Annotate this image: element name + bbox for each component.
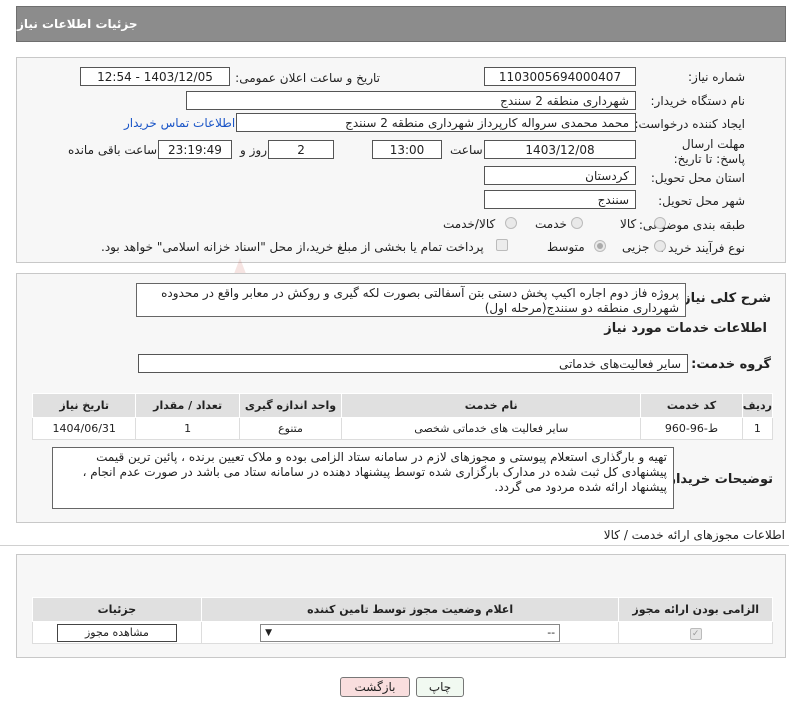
services-table-header: ردیف کد خدمت نام خدمت واحد اندازه گیری ت… [31, 393, 774, 418]
back-button[interactable]: بازگشت [340, 677, 410, 697]
category-radio-goods-service[interactable] [505, 217, 517, 229]
process-option-medium: متوسط [547, 240, 585, 254]
days-label: روز و [240, 143, 267, 157]
deadline-date-field: 1403/12/08 [484, 140, 636, 159]
buyer-org-label: نام دستگاه خریدار: [650, 94, 746, 108]
category-option-goods-service: کالا/خدمت [443, 217, 496, 231]
table-row: 1 ط-96-960 سایر فعالیت های خدماتی شخصی م… [31, 417, 774, 440]
process-radio-minor[interactable] [654, 240, 666, 252]
cell-quantity: 1 [135, 417, 240, 440]
cell-permit-details: مشاهده مجوز [32, 621, 202, 644]
deadline-time-field: 13:00 [372, 140, 442, 159]
cell-service-code: ط-96-960 [640, 417, 743, 440]
city-field: سنندج [484, 190, 636, 209]
services-section-title: اطلاعات خدمات مورد نیاز [604, 321, 767, 336]
summary-label: شرح کلی نیاز: [677, 291, 771, 306]
print-button[interactable]: چاپ [416, 677, 464, 697]
announce-date-label: تاریخ و ساعت اعلان عمومی: [235, 71, 380, 85]
cell-unit: متنوع [238, 417, 343, 440]
category-option-service: خدمت [535, 217, 567, 231]
deadline-label: مهلت ارسال پاسخ: تا تاریخ: [673, 137, 745, 166]
permits-table-header: الزامی بودن ارائه مجوز اعلام وضعیت مجوز … [32, 597, 773, 622]
cell-permit-status: -- ▼ [200, 621, 620, 644]
category-radio-service[interactable] [571, 217, 583, 229]
process-radio-medium[interactable] [594, 240, 606, 252]
buyer-notes-label: توضیحات خریدار: [663, 472, 773, 487]
col-permit-status: اعلام وضعیت مجوز توسط تامین کننده [200, 597, 620, 622]
remaining-time-label: ساعت باقی مانده [68, 143, 158, 157]
city-label: شهر محل تحویل: [658, 194, 745, 208]
service-group-field: سایر فعالیت‌های خدماتی [138, 354, 688, 373]
requester-field: محمد محمدی سرواله کارپرداز شهرداری منطقه… [236, 113, 636, 132]
col-permit-details: جزئیات [32, 597, 202, 622]
page-header: جزئیات اطلاعات نیاز [16, 6, 786, 42]
page-title: جزئیات اطلاعات نیاز [17, 17, 138, 31]
province-field: کردستان [484, 166, 636, 185]
view-permit-button[interactable]: مشاهده مجوز [56, 623, 177, 642]
summary-textarea[interactable]: پروژه فاز دوم اجاره اکیپ پخش دستی بتن آس… [136, 283, 686, 317]
permit-status-value: -- [547, 626, 556, 639]
announce-date-field: 1403/12/05 - 12:54 [80, 67, 230, 86]
requester-label: ایجاد کننده درخواست: [634, 117, 745, 131]
permits-divider [0, 545, 789, 546]
category-radio-goods[interactable] [654, 217, 666, 229]
col-unit: واحد اندازه گیری [238, 393, 343, 418]
cell-row-number: 1 [741, 417, 774, 440]
treasury-payment-checkbox[interactable] [496, 239, 508, 251]
col-service-code: کد خدمت [640, 393, 743, 418]
need-number-label: شماره نیاز: [688, 70, 745, 84]
deadline-time-label: ساعت [450, 143, 483, 157]
remaining-time-field: 23:19:49 [158, 140, 232, 159]
col-row-number: ردیف [741, 393, 774, 418]
col-quantity: تعداد / مقدار [135, 393, 240, 418]
buyer-contact-link[interactable]: اطلاعات تماس خریدار [124, 116, 235, 130]
days-remaining-field: 2 [268, 140, 334, 159]
process-option-minor: جزیی [622, 240, 650, 254]
cell-permit-required: ✓ [618, 621, 773, 644]
province-label: استان محل تحویل: [650, 171, 745, 185]
col-service-name: نام خدمت [341, 393, 642, 418]
permit-required-checkbox: ✓ [689, 627, 702, 640]
table-row: ✓ -- ▼ مشاهده مجوز [32, 621, 773, 644]
cell-service-name: سایر فعالیت های خدماتی شخصی [341, 417, 642, 440]
services-table: ردیف کد خدمت نام خدمت واحد اندازه گیری ت… [31, 393, 774, 440]
permits-section-title: اطلاعات مجوزهای ارائه خدمت / کالا [603, 528, 785, 542]
permits-table: الزامی بودن ارائه مجوز اعلام وضعیت مجوز … [32, 597, 773, 644]
buyer-notes-textarea[interactable]: تهیه و بارگذاری استعلام پیوستی و مجوزهای… [52, 447, 674, 509]
cell-need-date: 1404/06/31 [31, 417, 137, 440]
need-number-field: 1103005694000407 [484, 67, 636, 86]
col-need-date: تاریخ نیاز [31, 393, 137, 418]
permit-status-select[interactable]: -- ▼ [260, 623, 561, 642]
chevron-down-icon: ▼ [265, 627, 273, 638]
treasury-payment-note: پرداخت تمام یا بخشی از مبلغ خرید،از محل … [101, 240, 484, 254]
buyer-org-field: شهرداری منطقه 2 سنندج [186, 91, 636, 110]
col-permit-required: الزامی بودن ارائه مجوز [618, 597, 773, 622]
category-option-goods: کالا [620, 217, 637, 231]
service-group-label: گروه خدمت: [691, 357, 771, 372]
process-type-label: نوع فرآیند خرید : [660, 241, 745, 255]
